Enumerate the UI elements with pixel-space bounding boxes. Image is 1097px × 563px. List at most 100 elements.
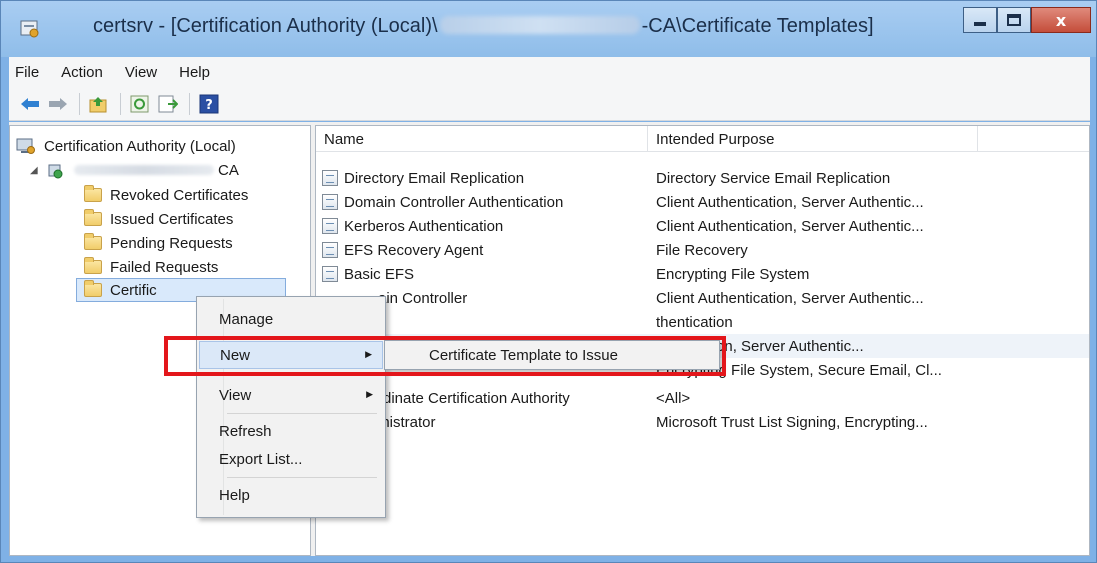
- window-title: certsrv - [Certification Authority (Loca…: [93, 15, 874, 38]
- table-row[interactable]: ain Controller Client Authentication, Ser…: [316, 286, 1089, 310]
- tree-item-label: Certific: [110, 281, 157, 299]
- close-icon: x: [1055, 10, 1067, 30]
- column-header-name[interactable]: Name: [316, 126, 648, 152]
- minimize-button[interactable]: [963, 7, 997, 33]
- list-header: Name Intended Purpose: [316, 126, 1089, 152]
- certsrv-app-icon: [20, 20, 39, 38]
- cell-name: Basic EFS: [316, 266, 648, 283]
- certificate-template-icon: [322, 218, 338, 234]
- table-row[interactable]: Directory Email Replication Directory Ser…: [316, 166, 1089, 190]
- table-row[interactable]: EFS Recovery Agent File Recovery: [316, 238, 1089, 262]
- menu-separator: [227, 413, 377, 414]
- expand-arrow-icon[interactable]: ◢: [30, 165, 42, 176]
- title-suffix: -CA\Certificate Templates]: [641, 15, 874, 37]
- cell-name: Kerberos Authentication: [316, 218, 648, 235]
- tree-root[interactable]: Certification Authority (Local): [16, 134, 236, 158]
- certificate-template-icon: [322, 242, 338, 258]
- maximize-icon: [1007, 14, 1021, 26]
- template-name: Domain Controller Authentication: [344, 193, 564, 211]
- ctx-item-refresh[interactable]: Refresh: [199, 417, 383, 445]
- ctx-item-view[interactable]: View ▶: [199, 381, 383, 409]
- menu-action[interactable]: Action: [61, 64, 103, 81]
- template-name: Directory Email Replication: [344, 169, 525, 187]
- ctx-item-manage[interactable]: Manage: [199, 305, 383, 333]
- intended-purpose: Microsoft Trust List Signing, Encrypting…: [656, 413, 928, 431]
- intended-purpose: File Recovery: [656, 241, 748, 259]
- intended-purpose: thentication: [656, 313, 733, 331]
- table-row[interactable]: inistrator Microsoft Trust List Signing, …: [316, 410, 1089, 434]
- up-folder-icon[interactable]: [88, 93, 110, 115]
- menu-help[interactable]: Help: [179, 64, 210, 81]
- folder-icon: [84, 233, 102, 250]
- ctx-label: Refresh: [219, 422, 272, 440]
- intended-purpose: Directory Service Email Replication: [656, 169, 891, 187]
- redacted-ca-name: [74, 165, 214, 175]
- table-row[interactable]: thentication: [316, 310, 1089, 334]
- menu-bar: File Action View Help: [9, 57, 1090, 87]
- svg-text:?: ?: [205, 98, 213, 113]
- submenu-arrow-icon: ▶: [365, 350, 372, 360]
- back-arrow-icon[interactable]: [19, 93, 41, 115]
- cell-name: Domain Controller Authentication: [316, 194, 648, 211]
- tree-item-issued[interactable]: Issued Certificates: [84, 207, 233, 231]
- folder-icon: [84, 280, 102, 297]
- toolbar-separator: [120, 92, 121, 115]
- submenu-label: Certificate Template to Issue: [429, 346, 618, 364]
- tree-ca-label: CA: [218, 161, 239, 179]
- ca-server-icon: [48, 164, 63, 179]
- close-button[interactable]: x: [1031, 7, 1091, 33]
- menu-view[interactable]: View: [125, 64, 157, 81]
- tree-item-failed[interactable]: Failed Requests: [84, 255, 218, 279]
- column-header-purpose[interactable]: Intended Purpose: [648, 126, 978, 152]
- ctx-label: Export List...: [219, 450, 303, 468]
- new-submenu: Certificate Template to Issue: [384, 340, 720, 370]
- tree-item-revoked[interactable]: Revoked Certificates: [84, 183, 248, 207]
- tree-root-label: Certification Authority (Local): [44, 137, 236, 155]
- column-header-empty: [978, 126, 1089, 152]
- submenu-arrow-icon: ▶: [366, 390, 373, 400]
- ctx-item-new[interactable]: New ▶: [199, 341, 383, 369]
- template-name: Kerberos Authentication: [344, 217, 504, 235]
- content-area: Certification Authority (Local) ◢ CA Rev…: [9, 122, 1090, 556]
- minimize-icon: [974, 22, 986, 26]
- toolbar-separator: [189, 92, 190, 115]
- refresh-icon[interactable]: [129, 93, 151, 115]
- table-row[interactable]: Domain Controller Authentication Client A…: [316, 190, 1089, 214]
- export-list-icon[interactable]: [157, 93, 179, 115]
- tree-ca-node[interactable]: ◢ CA: [30, 158, 239, 182]
- intended-purpose: Client Authentication, Server Authentic.…: [656, 193, 924, 211]
- maximize-button[interactable]: [997, 7, 1031, 33]
- ctx-item-export-list[interactable]: Export List...: [199, 445, 383, 473]
- table-row[interactable]: Basic EFS Encrypting File System: [316, 262, 1089, 286]
- tree-item-label: Revoked Certificates: [110, 186, 249, 204]
- redacted-ca-name: [439, 16, 640, 34]
- cell-name: Directory Email Replication: [316, 170, 648, 187]
- forward-arrow-icon[interactable]: [47, 93, 69, 115]
- table-row[interactable]: rdinate Certification Authority <All>: [316, 386, 1089, 410]
- ctx-label: New: [220, 346, 251, 364]
- folder-icon: [84, 185, 102, 202]
- title-bar[interactable]: certsrv - [Certification Authority (Loca…: [1, 1, 1096, 57]
- intended-purpose: Client Authentication, Server Authentic.…: [656, 217, 924, 235]
- template-name: EFS Recovery Agent: [344, 241, 484, 259]
- computer-cert-icon: [16, 138, 35, 154]
- certificate-template-icon: [322, 170, 338, 186]
- table-row[interactable]: Kerberos Authentication Client Authentica…: [316, 214, 1089, 238]
- context-menu: Manage New ▶ View ▶ Refresh Export List...…: [196, 296, 386, 518]
- app-window: certsrv - [Certification Authority (Loca…: [0, 0, 1097, 563]
- help-icon[interactable]: ?: [198, 93, 220, 115]
- submenu-item-certificate-template-to-issue[interactable]: Certificate Template to Issue: [387, 343, 717, 367]
- ctx-label: View: [219, 386, 252, 404]
- menu-file[interactable]: File: [15, 64, 39, 81]
- tree-item-label: Failed Requests: [110, 258, 219, 276]
- title-prefix: certsrv - [Certification Authority (Loca…: [93, 15, 438, 37]
- template-name: Basic EFS: [344, 265, 415, 283]
- folder-icon: [84, 209, 102, 226]
- folder-icon: [84, 257, 102, 274]
- toolbar-separator: [79, 92, 80, 115]
- tree-item-pending[interactable]: Pending Requests: [84, 231, 233, 255]
- ctx-label: Help: [219, 486, 250, 504]
- ctx-item-help[interactable]: Help: [199, 481, 383, 509]
- toolbar: ?: [9, 87, 1090, 121]
- tree-item-label: Issued Certificates: [110, 210, 234, 228]
